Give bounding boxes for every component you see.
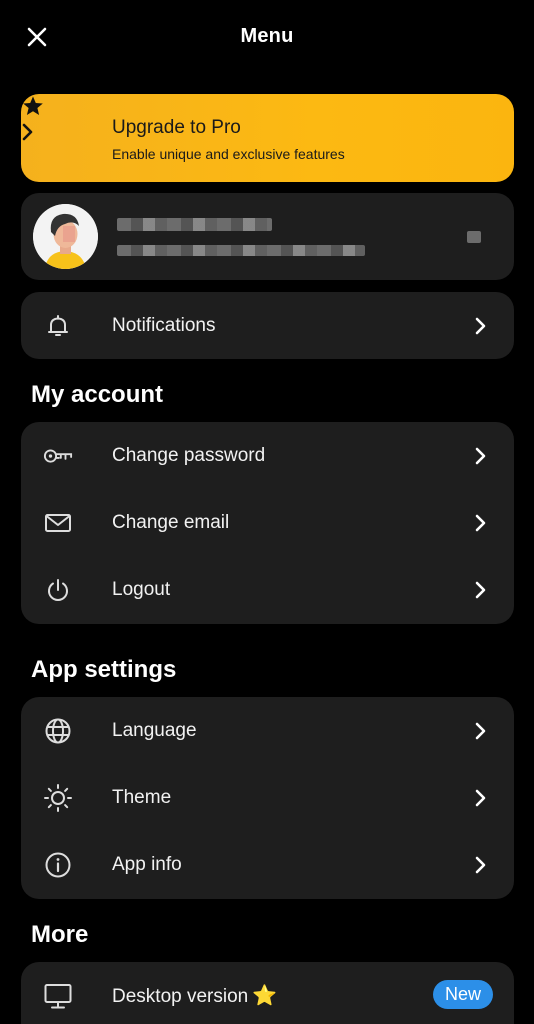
more-card: Desktop version ⭐ New xyxy=(21,962,514,1024)
sun-icon xyxy=(43,783,73,813)
menu-item-change-password[interactable]: Change password xyxy=(21,422,514,489)
menu-item-logout[interactable]: Logout xyxy=(21,556,514,623)
header: Menu xyxy=(0,0,534,74)
chevron-right-icon xyxy=(21,123,514,146)
menu-item-label: Change password xyxy=(112,444,266,466)
chevron-right-icon xyxy=(472,580,488,600)
page-title: Menu xyxy=(240,25,294,47)
menu-item-desktop-version[interactable]: Desktop version ⭐ New xyxy=(21,962,514,1024)
blurred-email xyxy=(117,245,365,256)
notifications-card[interactable]: Notifications xyxy=(21,292,514,359)
blurred-name xyxy=(117,218,272,231)
menu-item-theme[interactable]: Theme xyxy=(21,764,514,831)
menu-item-label: Language xyxy=(112,719,197,741)
chevron-right-icon xyxy=(472,855,488,875)
menu-item-change-email[interactable]: Change email xyxy=(21,489,514,556)
section-title-app-settings: App settings xyxy=(31,656,177,683)
profile-card[interactable] xyxy=(21,193,514,280)
chevron-right-icon xyxy=(472,721,488,741)
menu-item-notifications[interactable]: Notifications xyxy=(21,292,514,359)
info-icon xyxy=(43,850,73,880)
menu-item-label: Logout xyxy=(112,578,171,600)
chevron-right-icon xyxy=(472,788,488,808)
star-emoji-icon: ⭐ xyxy=(252,985,278,1007)
upgrade-to-pro-card[interactable]: Upgrade to Pro Enable unique and exclusi… xyxy=(21,94,514,182)
upgrade-subtitle: Enable unique and exclusive features xyxy=(112,146,345,162)
chevron-right-icon xyxy=(472,316,488,336)
menu-item-label: App info xyxy=(112,853,182,875)
menu-item-label: Notifications xyxy=(112,314,216,336)
star-icon xyxy=(21,94,514,123)
desktop-version-text: Desktop version xyxy=(112,986,249,1007)
avatar xyxy=(33,204,98,269)
my-account-card: Change password Change email Logout xyxy=(21,422,514,624)
section-title-more: More xyxy=(31,921,89,948)
menu-item-label: Desktop version ⭐ xyxy=(112,983,277,1008)
bell-icon xyxy=(43,311,73,341)
power-icon xyxy=(43,575,73,605)
globe-icon xyxy=(43,716,73,746)
new-badge: New xyxy=(432,980,493,1009)
app-settings-card: Language Theme App info xyxy=(21,697,514,899)
menu-item-language[interactable]: Language xyxy=(21,697,514,764)
chevron-right-icon xyxy=(472,446,488,466)
upgrade-title: Upgrade to Pro xyxy=(112,117,241,138)
monitor-icon xyxy=(43,981,73,1011)
section-title-my-account: My account xyxy=(31,381,164,408)
menu-item-label: Theme xyxy=(112,786,172,808)
key-icon xyxy=(43,441,73,471)
blurred-extra xyxy=(467,231,481,243)
menu-item-label: Change email xyxy=(112,511,230,533)
mail-icon xyxy=(43,508,73,538)
chevron-right-icon xyxy=(472,513,488,533)
menu-item-app-info[interactable]: App info xyxy=(21,831,514,898)
